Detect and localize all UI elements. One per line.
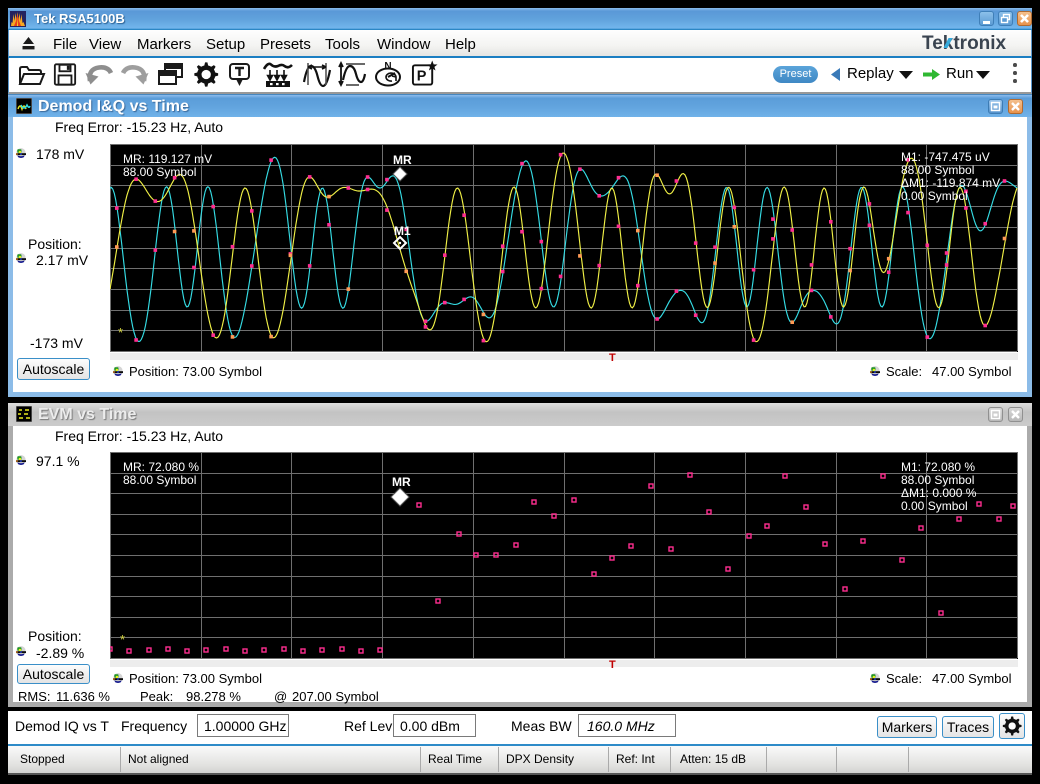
svg-text:0.00 Symbol: 0.00 Symbol	[901, 189, 968, 203]
svg-text:ΔM1: 0.000 %: ΔM1: 0.000 %	[901, 486, 977, 500]
svg-text:88.00 Symbol: 88.00 Symbol	[901, 473, 974, 487]
svg-text:MR: 119.127 mV: MR: 119.127 mV	[123, 152, 212, 166]
svg-text:*: *	[118, 325, 123, 340]
svg-text:88.00 Symbol: 88.00 Symbol	[123, 165, 196, 179]
svg-text:MR: MR	[393, 153, 412, 167]
svg-text:*: *	[120, 632, 125, 647]
svg-text:M1: 72.080 %: M1: 72.080 %	[901, 460, 975, 474]
svg-text:0.00 Symbol: 0.00 Symbol	[901, 499, 968, 513]
svg-text:ΔM1: -119.874 mV: ΔM1: -119.874 mV	[901, 176, 1000, 190]
svg-text:N: N	[384, 61, 391, 72]
svg-text:88.00 Symbol: 88.00 Symbol	[123, 473, 196, 487]
svg-text:MR: MR	[392, 475, 411, 489]
svg-text:88.00 Symbol: 88.00 Symbol	[901, 163, 974, 177]
svg-text:M1: -747.475 uV: M1: -747.475 uV	[901, 150, 990, 164]
svg-text:P: P	[417, 69, 427, 85]
svg-text:M1: M1	[394, 224, 411, 238]
svg-text:MR: 72.080 %: MR: 72.080 %	[123, 460, 199, 474]
